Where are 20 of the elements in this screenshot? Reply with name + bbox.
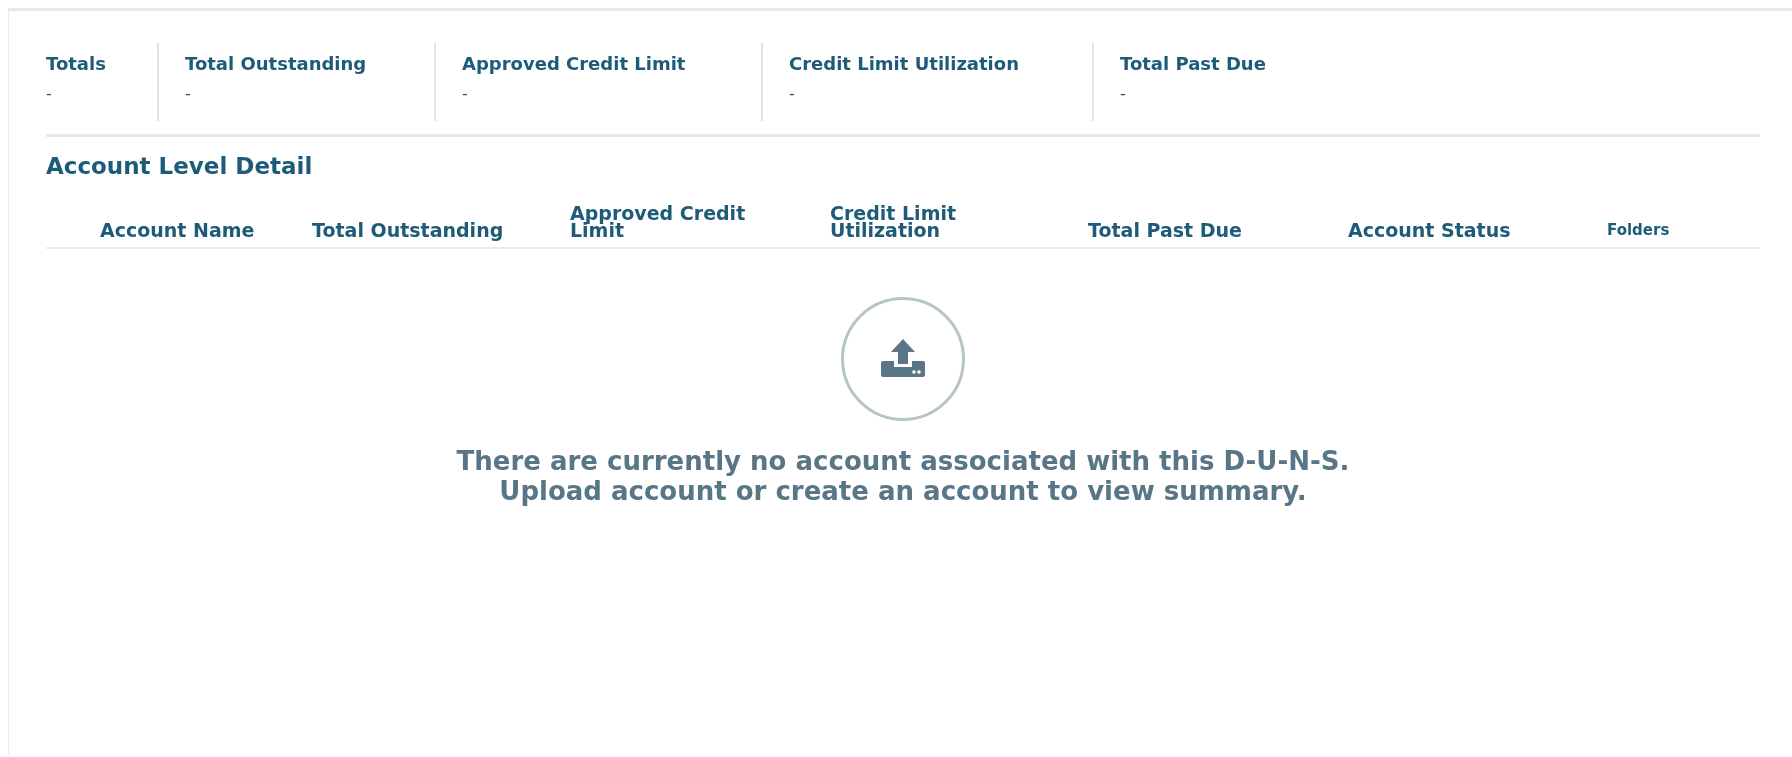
stat-value: -: [462, 84, 469, 103]
stat-label: Approved Credit Limit: [462, 53, 687, 74]
stat-value: -: [789, 84, 796, 103]
column-header: Folders: [1607, 221, 1671, 240]
stat-label: Total Past Due: [1120, 53, 1266, 74]
stat-label: Credit Limit Utilization: [789, 53, 1020, 74]
stat-value: -: [46, 84, 53, 103]
section-title: Account Level Detail: [46, 153, 314, 179]
stat-label: Totals: [46, 53, 107, 74]
column-header: Account Status: [1348, 222, 1512, 240]
stat-value: -: [1120, 84, 1127, 103]
column-header: Total Past Due: [1088, 222, 1243, 240]
stat-value: -: [185, 84, 192, 103]
upload-icon: [841, 297, 965, 422]
column-header: Total Outstanding: [312, 222, 505, 240]
column-header: Account Name: [100, 222, 256, 240]
empty-message: There are currently no account associated with this D-U-N-S. Upload account or create an account to view summary.: [455, 446, 1351, 507]
column-header: Credit Limit Utilization: [830, 205, 958, 240]
stat-label: Total Outstanding: [185, 53, 368, 74]
column-header: Approved Credit Limit: [570, 205, 747, 240]
